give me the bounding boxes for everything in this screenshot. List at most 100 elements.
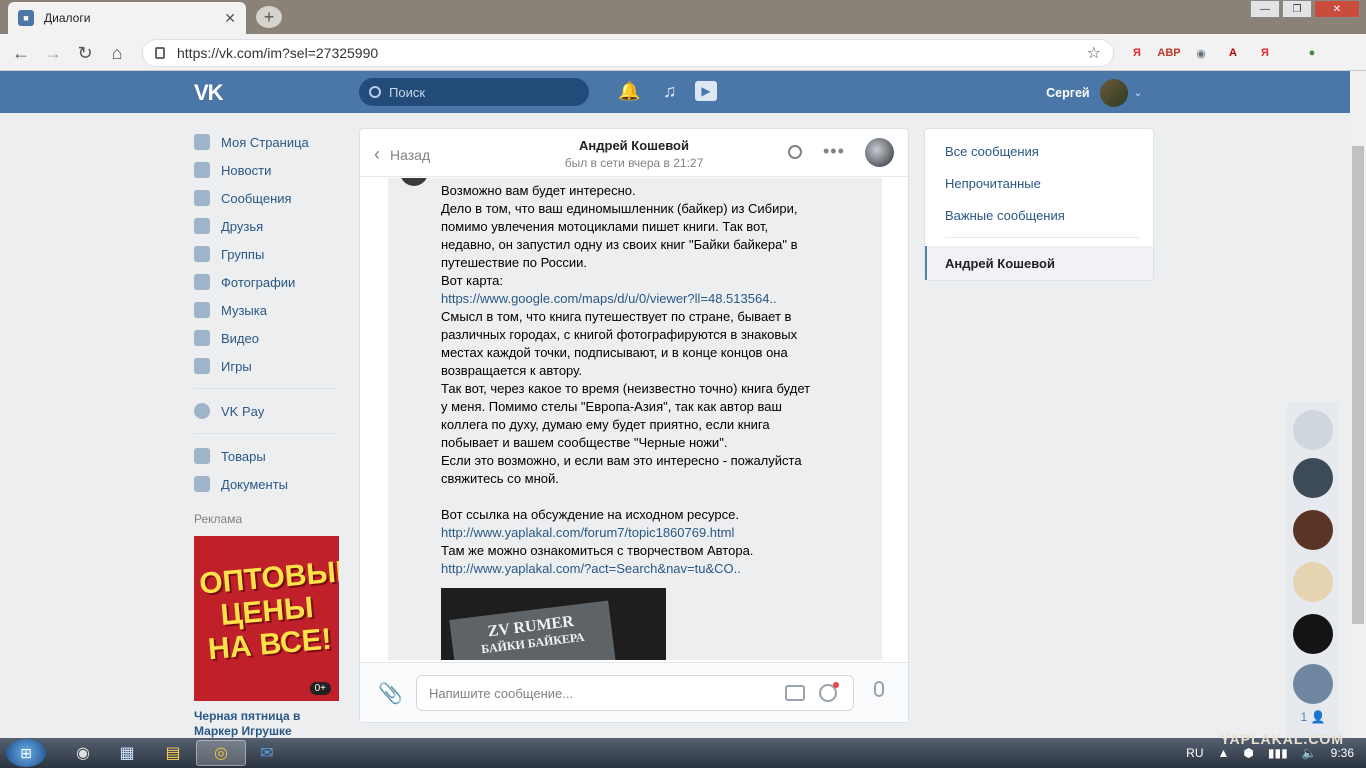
maximize-button[interactable]: ❐ [1282, 0, 1312, 18]
tray-arrow-icon[interactable]: ▲ [1218, 746, 1230, 760]
sidebar-item[interactable]: Фотографии [194, 268, 344, 296]
sidebar-item-label: Фотографии [221, 274, 296, 290]
new-tab-button[interactable]: + [256, 6, 282, 28]
forward-arrow-icon[interactable]: → [42, 42, 64, 64]
message-text: Возможно вам будет интересно. Дело в том,… [441, 182, 831, 578]
search-icon[interactable] [788, 145, 802, 159]
home-icon[interactable]: ⌂ [106, 42, 128, 64]
language-indicator[interactable]: RU [1186, 746, 1203, 760]
play-icon[interactable]: ▶ [695, 81, 717, 101]
bell-icon[interactable]: 🔔 [618, 81, 640, 102]
ads-title: Реклама [194, 512, 243, 526]
vkpay-icon [194, 403, 210, 419]
friend-avatar[interactable] [1293, 562, 1333, 602]
friend-avatar[interactable] [1293, 410, 1333, 450]
clock[interactable]: 9:36 [1331, 746, 1354, 760]
outlook-icon[interactable]: ✉ [242, 740, 292, 766]
filter-all[interactable]: Все сообщения [925, 135, 1153, 167]
ad-caption[interactable]: Черная пятница в Маркер Игрушке [194, 709, 339, 739]
message-link[interactable]: http://www.yaplakal.com/?act=Search&nav=… [441, 560, 831, 578]
vpn-icon[interactable]: ◉ [1192, 44, 1210, 62]
address-bar[interactable]: https://vk.com/im?sel=27325990 ☆ [142, 39, 1114, 67]
age-badge: 0+ [309, 682, 331, 695]
start-button[interactable]: ⊞ [6, 739, 46, 767]
message-line: местах каждой точки, подписывают, и в ко… [441, 345, 788, 360]
yandex-icon[interactable]: Я [1128, 44, 1146, 62]
pdf-icon[interactable]: A [1224, 44, 1242, 62]
active-dialog[interactable]: Андрей Кошевой [925, 246, 1153, 280]
friend-avatar[interactable] [1293, 614, 1333, 654]
message-placeholder: Напишите сообщение... [429, 685, 574, 701]
message-link[interactable]: http://www.yaplakal.com/forum7/topic1860… [441, 524, 831, 542]
vk-header: VK Поиск 🔔 ♫ ▶ Сергей ⌄ [0, 71, 1350, 113]
back-arrow-icon[interactable]: ← [10, 42, 32, 64]
paperclip-icon[interactable]: 📎 [378, 681, 403, 706]
message-line: помимо увлечения мотоциклами пишет книги… [441, 219, 769, 234]
sidebar-item[interactable]: Моя Страница [194, 128, 344, 156]
more-icon[interactable]: ••• [823, 141, 845, 162]
message-photo[interactable]: ZV RUMER БАЙКИ БАЙКЕРА [441, 588, 666, 660]
ad-banner[interactable]: ОПТОВЫЕ ЦЕНЫ НА ВСЕ! 0+ [194, 536, 339, 701]
message-line: Дело в том, что ваш единомышленник (байк… [441, 201, 798, 216]
shield-icon[interactable]: ⬢ [1243, 746, 1253, 760]
message-line: Там же можно ознакомиться с творчеством … [441, 543, 754, 558]
sidebar-item[interactable]: Документы [194, 470, 344, 498]
volume-icon[interactable]: 🔈 [1302, 746, 1317, 760]
sidebar-item[interactable]: Музыка [194, 296, 344, 324]
sidebar-item[interactable]: Сообщения [194, 184, 344, 212]
reload-icon[interactable]: ↻ [74, 42, 96, 64]
calculator-icon[interactable]: ▦ [102, 740, 152, 766]
message-composer: 📎 Напишите сообщение... [360, 662, 908, 722]
chrome-icon[interactable]: ◎ [196, 740, 246, 766]
message-line: Смысл в том, что книга путешествует по с… [441, 309, 792, 324]
friend-avatar[interactable] [1293, 510, 1333, 550]
microphone-icon[interactable] [874, 681, 884, 697]
filter-unread[interactable]: Непрочитанные [925, 167, 1153, 199]
groups-icon [194, 246, 210, 262]
sidebar-item[interactable]: Товары [194, 442, 344, 470]
camera-icon[interactable] [785, 685, 805, 701]
user-menu[interactable]: Сергей ⌄ [1046, 79, 1142, 107]
sidebar-item-vkpay[interactable]: VK Pay [194, 397, 344, 425]
emoji-icon[interactable] [819, 682, 839, 702]
friend-avatar[interactable] [1293, 458, 1333, 498]
sidebar-item[interactable]: Группы [194, 240, 344, 268]
sidebar-item[interactable]: Друзья [194, 212, 344, 240]
minimize-button[interactable]: — [1250, 0, 1280, 18]
browser-tab[interactable]: ■ Диалоги ✕ [8, 2, 246, 34]
message-line: коллега по духу, думаю ему будет приятно… [441, 417, 770, 432]
goods-icon [194, 448, 210, 464]
scrollbar-thumb[interactable] [1352, 146, 1364, 624]
message-input[interactable]: Напишите сообщение... [416, 675, 854, 711]
profile-icon[interactable]: ● [1303, 44, 1321, 62]
adblock-icon[interactable]: ABP [1157, 44, 1180, 62]
message-link[interactable]: https://www.google.com/maps/d/u/0/viewer… [441, 290, 831, 308]
sidebar-item[interactable]: Игры [194, 352, 344, 380]
network-icon[interactable]: ▮▮▮ [1268, 746, 1288, 760]
avatar [1099, 79, 1128, 107]
message-history[interactable]: Возможно вам будет интересно. Дело в том,… [388, 178, 882, 660]
filter-important[interactable]: Важные сообщения [925, 199, 1153, 231]
sidebar-item-label: Моя Страница [221, 134, 309, 150]
tab-close-icon[interactable]: ✕ [224, 10, 236, 27]
winrar-icon[interactable]: ▤ [148, 740, 198, 766]
avatar[interactable] [865, 138, 894, 167]
message-line: Так вот, через какое то время (неизвестн… [441, 381, 811, 396]
bookmark-star-icon[interactable]: ☆ [1087, 43, 1101, 63]
music-note-icon[interactable]: ♫ [663, 81, 677, 102]
online-count[interactable]: 1 👤 [1287, 710, 1339, 724]
message-line: Возможно вам будет интересно. [441, 183, 636, 198]
window-controls: — ❐ ✕ [1248, 0, 1360, 18]
media-player-icon[interactable]: ◉ [58, 740, 108, 766]
friend-avatar[interactable] [1293, 664, 1333, 704]
close-window-button[interactable]: ✕ [1314, 0, 1360, 18]
chat-panel: ‹ Назад Андрей Кошевой был в сети вчера … [359, 128, 909, 723]
search-input[interactable]: Поиск [359, 78, 589, 106]
sidebar-item[interactable]: Видео [194, 324, 344, 352]
page-scrollbar[interactable] [1350, 71, 1366, 738]
url-text: https://vk.com/im?sel=27325990 [177, 45, 379, 61]
sidebar-item[interactable]: Новости [194, 156, 344, 184]
vk-logo[interactable]: VK [194, 80, 224, 106]
browser-tabbar: ■ Диалоги ✕ + — ❐ ✕ [0, 0, 1366, 34]
yandex-red-icon[interactable]: Я [1256, 44, 1274, 62]
